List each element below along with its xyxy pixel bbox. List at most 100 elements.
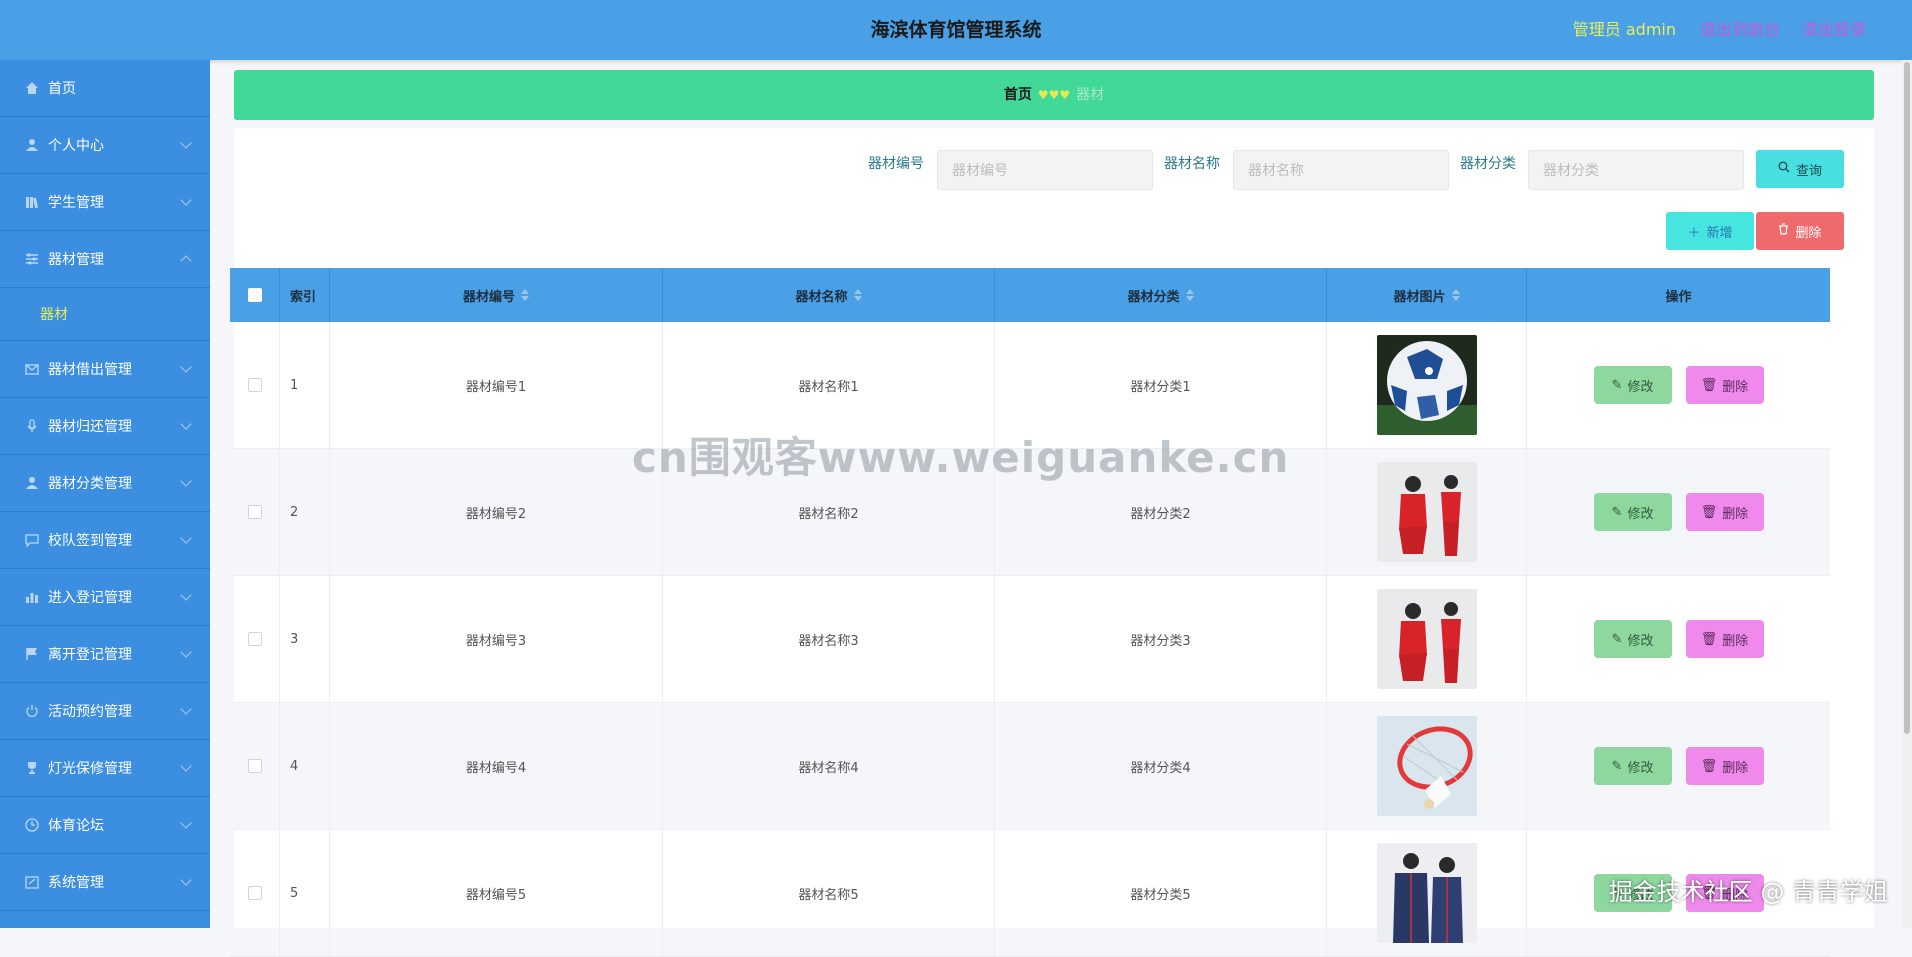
sort-icon[interactable] <box>853 289 862 301</box>
delete-button[interactable]: 🗑 删除 <box>1685 747 1764 785</box>
header-index: 索引 <box>280 268 330 322</box>
pencil-icon: ✎ <box>1611 504 1623 520</box>
chevron-down-icon <box>180 817 192 829</box>
sidebar-item-students[interactable]: 学生管理 <box>0 174 210 231</box>
header-image-label: 器材图片 <box>1393 289 1446 305</box>
cell-index: 5 <box>280 830 330 956</box>
sidebar-item-system[interactable]: 系统管理 <box>0 854 210 911</box>
cell-index: 4 <box>280 703 330 829</box>
table-row: 5 器材编号5 器材名称5 器材分类5 ✎ 修改 🗑 删除 <box>230 830 1830 957</box>
sidebar-item-home[interactable]: 首页 <box>0 60 210 117</box>
trash-icon <box>1778 223 1789 239</box>
sidebar-item-label: 器材借出管理 <box>48 362 132 378</box>
edit-button[interactable]: ✎ 修改 <box>1593 493 1672 531</box>
sort-icon[interactable] <box>521 289 529 301</box>
cell-category: 器材分类4 <box>995 703 1327 829</box>
logout-link[interactable]: 退出登录 <box>1802 0 1866 60</box>
edit-button[interactable]: ✎ 修改 <box>1593 747 1672 785</box>
sidebar-item-label: 活动预约管理 <box>48 704 132 720</box>
code-search-input[interactable] <box>937 150 1153 190</box>
cell-code: 器材编号4 <box>330 703 663 829</box>
category-search-label: 器材分类 <box>1460 156 1516 172</box>
cell-name: 器材名称3 <box>663 576 995 702</box>
sort-icon[interactable] <box>1451 289 1460 301</box>
breadcrumb-separator: ♥♥♥ <box>1037 88 1071 102</box>
corner-watermark: 掘金技术社区 @ 青青学姐 <box>1608 878 1888 906</box>
sidebar-item-leave[interactable]: 离开登记管理 <box>0 626 210 683</box>
row-checkbox[interactable] <box>247 632 262 646</box>
query-button-label: 查询 <box>1795 163 1822 179</box>
table-header: 索引 器材编号 器材名称 器材分类 器材图片 操作 <box>230 268 1830 322</box>
chevron-up-icon <box>180 255 192 267</box>
chevron-down-icon <box>180 418 192 430</box>
breadcrumb-home[interactable]: 首页 <box>1004 87 1032 103</box>
header-image[interactable]: 器材图片 <box>1327 268 1527 322</box>
header-category[interactable]: 器材分类 <box>995 268 1327 322</box>
sidebar-item-label: 灯光保修管理 <box>48 761 132 777</box>
sidebar-item-signin[interactable]: 校队签到管理 <box>0 512 210 569</box>
sidebar-subitem-equipment[interactable]: 器材 <box>0 288 210 341</box>
edit-button[interactable]: ✎ 修改 <box>1593 620 1672 658</box>
table-row: 4 器材编号4 器材名称4 器材分类4 ✎ 修改 🗑 删除 <box>230 703 1830 830</box>
query-button[interactable]: 查询 <box>1756 150 1844 188</box>
add-button[interactable]: ＋ 新增 <box>1666 212 1754 250</box>
equipment-image-red-tracksuit[interactable] <box>1376 589 1477 689</box>
select-all-cell <box>230 268 280 322</box>
equipment-image-red-tracksuit[interactable] <box>1376 462 1477 562</box>
center-watermark: cn围观客www.weiguanke.cn <box>632 433 1290 482</box>
pencil-icon: ✎ <box>1611 377 1623 393</box>
edit-button[interactable]: ✎ 修改 <box>1593 366 1672 404</box>
cell-index: 2 <box>280 449 330 575</box>
sidebar-item-lighting[interactable]: 灯光保修管理 <box>0 740 210 797</box>
equipment-image-couple-jackets[interactable] <box>1376 843 1477 943</box>
library-icon <box>24 194 40 210</box>
exit-to-front-link[interactable]: 退出到前台 <box>1700 0 1780 60</box>
equipment-table: 索引 器材编号 器材名称 器材分类 器材图片 操作 1 器材编号1 器材名称1 … <box>230 268 1830 957</box>
header-name[interactable]: 器材名称 <box>663 268 995 322</box>
category-search-input[interactable] <box>1528 150 1744 190</box>
scrollbar-thumb[interactable] <box>1904 62 1910 734</box>
sidebar-item-label: 校队签到管理 <box>48 533 132 549</box>
sidebar-item-category[interactable]: 器材分类管理 <box>0 455 210 512</box>
sidebar-item-equipment[interactable]: 器材管理 <box>0 231 210 288</box>
equipment-image-badminton[interactable] <box>1376 716 1477 816</box>
header-name-label: 器材名称 <box>795 289 848 305</box>
row-checkbox[interactable] <box>247 886 262 900</box>
trophy-icon <box>24 760 40 776</box>
header-code[interactable]: 器材编号 <box>330 268 663 322</box>
page-scrollbar[interactable] <box>1902 60 1912 928</box>
cell-code: 器材编号1 <box>330 322 663 448</box>
edit-icon <box>24 874 40 890</box>
sidebar-item-label: 个人中心 <box>48 138 104 154</box>
cell-index: 1 <box>280 322 330 448</box>
row-checkbox[interactable] <box>247 505 262 519</box>
table-row: 3 器材编号3 器材名称3 器材分类3 ✎ 修改 🗑 删除 <box>230 576 1830 703</box>
code-search-label: 器材编号 <box>868 156 924 172</box>
sidebar-item-profile[interactable]: 个人中心 <box>0 117 210 174</box>
cell-code: 器材编号5 <box>330 830 663 956</box>
sidebar-item-lending[interactable]: 器材借出管理 <box>0 341 210 398</box>
select-all-checkbox[interactable] <box>247 288 262 302</box>
row-checkbox[interactable] <box>247 378 262 392</box>
cell-name: 器材名称4 <box>663 703 995 829</box>
sidebar-item-label: 器材管理 <box>48 252 104 268</box>
name-search-input[interactable] <box>1233 150 1449 190</box>
pencil-icon: ✎ <box>1611 631 1623 647</box>
bulk-delete-button[interactable]: 删除 <box>1756 212 1844 250</box>
delete-button[interactable]: 🗑 删除 <box>1685 620 1764 658</box>
sort-icon[interactable] <box>1185 289 1194 301</box>
sidebar-item-label: 学生管理 <box>48 195 104 211</box>
sidebar-item-forum[interactable]: 体育论坛 <box>0 797 210 854</box>
delete-button[interactable]: 🗑 删除 <box>1685 366 1764 404</box>
delete-button[interactable]: 🗑 删除 <box>1685 493 1764 531</box>
clock-icon <box>24 817 40 833</box>
top-bar: 海滨体育馆管理系统 管理员 admin 退出到前台 退出登录 <box>0 0 1912 60</box>
sidebar-item-entry[interactable]: 进入登记管理 <box>0 569 210 626</box>
chevron-down-icon <box>180 646 192 658</box>
chevron-down-icon <box>180 137 192 149</box>
trash-icon: 🗑 <box>1700 377 1718 393</box>
sidebar-item-return[interactable]: 器材归还管理 <box>0 398 210 455</box>
equipment-image-soccer-ball[interactable] <box>1376 335 1477 435</box>
row-checkbox[interactable] <box>247 759 262 773</box>
sidebar-item-reservation[interactable]: 活动预约管理 <box>0 683 210 740</box>
